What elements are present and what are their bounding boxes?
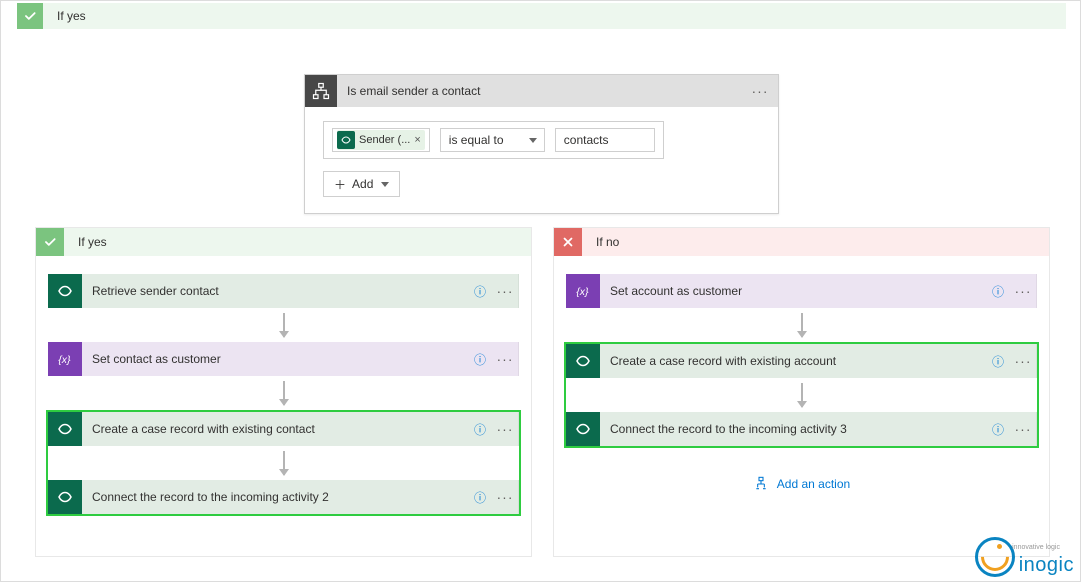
action-create-case-with-contact[interactable]: Create a case record with existing conta… [48, 412, 519, 446]
condition-value-text: contacts [564, 133, 609, 147]
condition-value-input[interactable]: contacts [555, 128, 655, 152]
connector-arrow [566, 378, 1037, 412]
svg-text:{x}: {x} [576, 286, 589, 298]
condition-field-input[interactable]: Sender (... × [332, 128, 430, 152]
help-icon[interactable]: ⓘ [986, 421, 1010, 438]
condition-card[interactable]: Is email sender a contact ··· Sender (..… [304, 74, 779, 214]
action-menu-button[interactable]: ··· [1010, 412, 1036, 446]
action-label: Connect the record to the incoming activ… [610, 422, 986, 436]
action-menu-button[interactable]: ··· [492, 412, 518, 446]
condition-header[interactable]: Is email sender a contact ··· [305, 75, 778, 107]
connector-arrow [48, 376, 519, 410]
branch-no: If no {x} Set account as customer ⓘ ··· [553, 227, 1050, 557]
action-retrieve-sender-contact[interactable]: Retrieve sender contact ⓘ ··· [48, 274, 519, 308]
dataverse-icon [566, 412, 600, 446]
condition-add-button[interactable]: ＋ Add [323, 171, 400, 197]
check-icon [36, 228, 64, 256]
condition-title: Is email sender a contact [347, 84, 480, 98]
connector-arrow [48, 446, 519, 480]
operator-value: is equal to [449, 133, 504, 147]
condition-operator-select[interactable]: is equal to [440, 128, 545, 152]
token-label: Sender (... [359, 134, 410, 146]
outer-branch-header-yes: If yes [17, 3, 1066, 29]
outer-branch-label: If yes [57, 9, 86, 23]
action-label: Set contact as customer [92, 352, 468, 366]
plus-icon: ＋ [334, 176, 346, 193]
help-icon[interactable]: ⓘ [468, 421, 492, 438]
check-icon [17, 3, 43, 29]
action-create-case-with-account[interactable]: Create a case record with existing accou… [566, 344, 1037, 378]
svg-text:{x}: {x} [58, 354, 71, 366]
add-label: Add [352, 177, 373, 191]
close-icon [554, 228, 582, 256]
condition-body: Sender (... × is equal to contacts ＋ Add [305, 107, 778, 213]
action-menu-button[interactable]: ··· [492, 342, 518, 376]
variable-icon: {x} [566, 274, 600, 308]
action-set-contact-as-customer[interactable]: {x} Set contact as customer ⓘ ··· [48, 342, 519, 376]
logo-subtext: innovative logic [1012, 544, 1060, 551]
highlighted-steps-group: Create a case record with existing accou… [564, 342, 1039, 448]
dynamic-content-token[interactable]: Sender (... × [337, 130, 425, 150]
action-menu-button[interactable]: ··· [1010, 274, 1036, 308]
branch-no-label: If no [596, 235, 619, 249]
branch-header-yes: If yes [36, 228, 531, 256]
help-icon[interactable]: ⓘ [986, 353, 1010, 370]
token-remove-icon[interactable]: × [414, 134, 420, 146]
variable-icon: {x} [48, 342, 82, 376]
help-icon[interactable]: ⓘ [468, 283, 492, 300]
action-label: Set account as customer [610, 284, 986, 298]
add-action-button[interactable]: Add an action [566, 476, 1037, 492]
action-set-account-as-customer[interactable]: {x} Set account as customer ⓘ ··· [566, 274, 1037, 308]
action-menu-button[interactable]: ··· [492, 480, 518, 514]
action-menu-button[interactable]: ··· [1010, 344, 1036, 378]
dataverse-icon [48, 274, 82, 308]
logo-text: inogic [1019, 554, 1074, 577]
action-connect-record-activity-2[interactable]: Connect the record to the incoming activ… [48, 480, 519, 514]
dataverse-icon [566, 344, 600, 378]
help-icon[interactable]: ⓘ [468, 351, 492, 368]
action-connect-record-activity-3[interactable]: Connect the record to the incoming activ… [566, 412, 1037, 446]
branch-header-no: If no [554, 228, 1049, 256]
connector-arrow [566, 308, 1037, 342]
action-menu-button[interactable]: ··· [492, 274, 518, 308]
condition-menu-button[interactable]: ··· [746, 75, 774, 107]
add-action-label: Add an action [777, 477, 850, 491]
condition-row: Sender (... × is equal to contacts [323, 121, 664, 159]
help-icon[interactable]: ⓘ [468, 489, 492, 506]
highlighted-steps-group: Create a case record with existing conta… [46, 410, 521, 516]
dataverse-icon [48, 480, 82, 514]
action-label: Create a case record with existing conta… [92, 422, 468, 436]
action-label: Retrieve sender contact [92, 284, 468, 298]
branch-yes: If yes Retrieve sender contact ⓘ ··· {x} [35, 227, 532, 557]
dataverse-icon [337, 131, 355, 149]
condition-icon [305, 75, 337, 107]
dataverse-icon [48, 412, 82, 446]
action-label: Connect the record to the incoming activ… [92, 490, 468, 504]
branch-yes-label: If yes [78, 235, 107, 249]
help-icon[interactable]: ⓘ [986, 283, 1010, 300]
action-label: Create a case record with existing accou… [610, 354, 986, 368]
add-action-icon [753, 476, 769, 492]
connector-arrow [48, 308, 519, 342]
watermark-logo: inogic innovative logic [975, 537, 1074, 577]
